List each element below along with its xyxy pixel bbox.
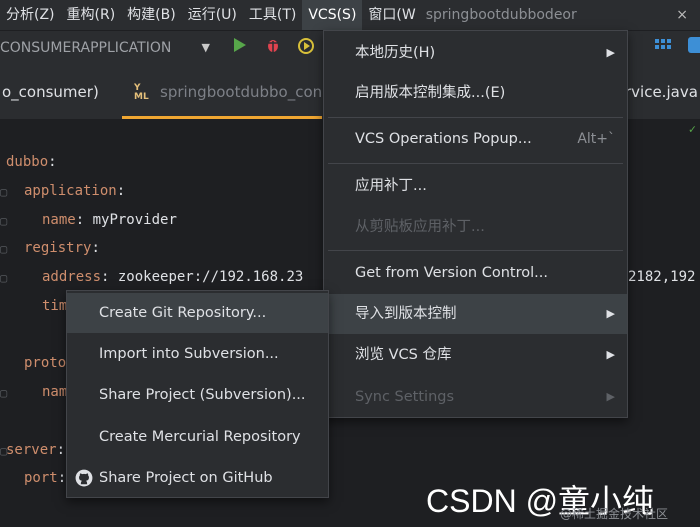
chevron-right-icon: ▶ <box>606 390 615 403</box>
menu-item-sync-settings: Sync Settings ▶ <box>324 377 627 417</box>
project-title: springbootdubbodeor <box>425 7 577 23</box>
menu-vcs[interactable]: VCS(S) <box>302 0 363 30</box>
code-line-fragment: 2182,192 <box>628 269 696 285</box>
menu-run[interactable]: 运行(U) <box>182 0 243 30</box>
vcs-menu: 本地历史(H) ▶ 启用版本控制集成...(E) VCS Operations P… <box>323 30 628 418</box>
fold-icon[interactable]: ▢ <box>0 214 10 228</box>
tab-consumer[interactable]: o_consumer) <box>2 65 99 119</box>
menu-item-import-into-subversion[interactable]: Import into Subversion... <box>67 334 328 374</box>
code-line: port: <box>24 470 67 486</box>
fold-icon[interactable]: ▢ <box>0 185 10 199</box>
fold-icon[interactable]: ▢ <box>0 271 10 285</box>
chevron-right-icon: ▶ <box>606 307 615 320</box>
debug-icon[interactable] <box>262 37 284 59</box>
shortcut-label: Alt+` <box>577 131 615 147</box>
code-line: name: myProvider <box>42 212 177 228</box>
fold-icon[interactable]: ▢ <box>0 242 10 256</box>
menu-refactor[interactable]: 重构(R) <box>61 0 122 30</box>
code-line: nam <box>42 384 68 400</box>
import-into-vcs-submenu: Create Git Repository... Import into Sub… <box>66 290 329 498</box>
tab-springbootdubbo-yml[interactable]: Y ML springbootdubbo_con <box>122 65 322 119</box>
check-icon: ✓ <box>688 122 696 136</box>
menu-item-import-into-vcs[interactable]: 导入到版本控制 ▶ <box>324 294 627 334</box>
run-icon[interactable] <box>229 37 251 59</box>
code-line: address: zookeeper://192.168.23 <box>42 269 304 285</box>
menu-item-share-project-github[interactable]: Share Project on GitHub <box>67 458 328 498</box>
menu-item-local-history[interactable]: 本地历史(H) ▶ <box>324 33 627 73</box>
coverage-icon[interactable] <box>295 37 317 59</box>
menu-separator <box>328 250 623 251</box>
menu-window[interactable]: 窗口(W <box>362 0 421 30</box>
menu-item-get-from-vcs[interactable]: Get from Version Control... <box>324 253 627 293</box>
fold-icon[interactable]: ▢ <box>0 386 10 400</box>
grid-icon[interactable] <box>652 37 674 59</box>
code-line: registry: <box>24 240 100 256</box>
run-configuration-label: CONSUMERAPPLICATION <box>0 40 172 56</box>
run-configuration-selector[interactable]: CONSUMERAPPLICATION ▼ <box>0 36 218 60</box>
code-line: dubbo: <box>6 154 57 170</box>
close-icon[interactable]: × <box>676 0 688 30</box>
chevron-right-icon: ▶ <box>606 46 615 59</box>
fold-icon[interactable]: ▢ <box>0 444 10 458</box>
menu-item-create-git-repository[interactable]: Create Git Repository... <box>67 293 328 333</box>
menu-bar: 分析(Z) 重构(R) 构建(B) 运行(U) 工具(T) VCS(S) 窗口(… <box>0 0 700 30</box>
code-line: application: <box>24 183 126 199</box>
menu-analyze[interactable]: 分析(Z) <box>0 0 61 30</box>
menu-tools[interactable]: 工具(T) <box>243 0 302 30</box>
menu-item-vcs-operations-popup[interactable]: VCS Operations Popup... Alt+` <box>324 119 627 159</box>
menu-item-apply-patch[interactable]: 应用补丁... <box>324 166 627 206</box>
menu-item-browse-vcs-repo[interactable]: 浏览 VCS 仓库 ▶ <box>324 335 627 375</box>
menu-item-enable-vcs[interactable]: 启用版本控制集成...(E) <box>324 73 627 113</box>
chevron-right-icon: ▶ <box>606 348 615 361</box>
menu-separator <box>328 117 623 118</box>
tab-service-java[interactable]: rvice.java <box>625 65 698 119</box>
menu-item-apply-patch-clipboard: 从剪贴板应用补丁... <box>355 219 485 235</box>
github-icon <box>75 469 93 487</box>
code-line: server: <box>6 442 66 458</box>
tab-label: springbootdubbo_con <box>160 83 322 101</box>
menu-item-create-mercurial-repository[interactable]: Create Mercurial Repository <box>67 417 328 457</box>
settings-icon[interactable] <box>688 37 700 59</box>
menu-build[interactable]: 构建(B) <box>121 0 182 30</box>
menu-separator <box>328 163 623 164</box>
yaml-file-icon: Y ML <box>134 82 149 102</box>
watermark-sub: @稀土掘金技术社区 <box>560 507 669 521</box>
chevron-down-icon: ▼ <box>201 41 210 54</box>
code-line: proto <box>24 355 67 371</box>
menu-item-share-project-subversion[interactable]: Share Project (Subversion)... <box>67 375 328 415</box>
code-line: tim <box>42 298 68 314</box>
